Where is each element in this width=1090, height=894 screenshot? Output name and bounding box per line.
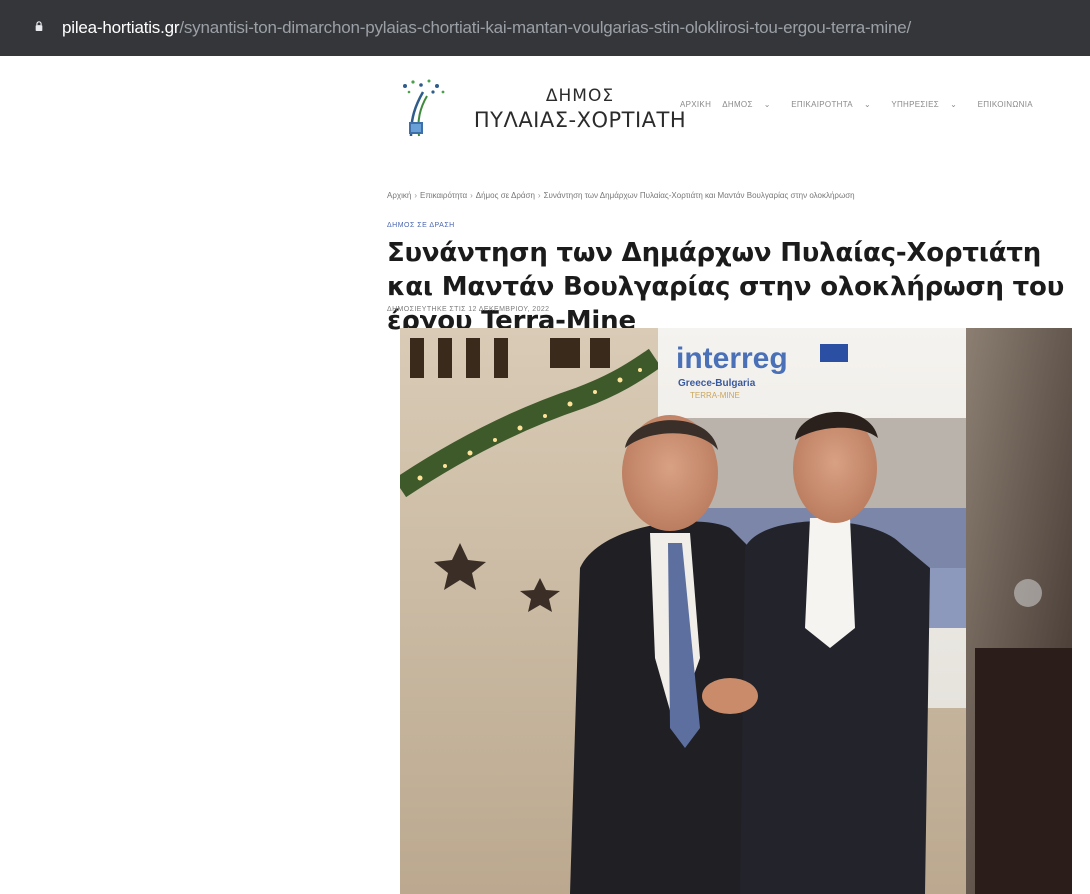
publish-date: ΔΗΜΟΣΙΕΥΤΗΚΕ ΣΤΙΣ 12 ΔΕΚΕΜΒΡΙΟΥ, 2022 [387,306,550,313]
article-photo: interreg Greece-Bulgaria TERRA-MINE [400,328,1072,894]
breadcrumb-separator: › [537,191,541,200]
breadcrumb-current: Συνάντηση των Δημάρχων Πυλαίας-Χορτιάτη … [543,191,855,200]
breadcrumb-home[interactable]: Αρχική [387,191,411,200]
banner-line2-text: TERRA-MINE [690,391,740,400]
nav-item-label: ΔΗΜΟΣ [722,100,753,109]
breadcrumb-category[interactable]: Δήμος σε Δράση [476,191,535,200]
nav-item-news[interactable]: ΕΠΙΚΑΙΡΟΤΗΤΑ ⌄ [791,100,880,109]
url-path: /synantisi-ton-dimarchon-pylaias-chortia… [179,18,911,37]
article-category[interactable]: ΔΗΜΟΣ ΣΕ ΔΡΑΣΗ [387,222,455,229]
url-text[interactable]: pilea-hortiatis.gr/synantisi-ton-dimarch… [62,18,911,38]
chevron-down-icon: ⌄ [863,100,871,109]
nav-item-home[interactable]: ΑΡΧΙΚΗ [680,100,711,109]
lock-icon [35,21,43,31]
breadcrumb: Αρχική › Επικαιρότητα › Δήμος σε Δράση › Συνάν… [387,191,1090,200]
chevron-down-icon: ⌄ [950,100,958,109]
nav-item-label: ΥΠΗΡΕΣΙΕΣ [891,100,940,109]
nav-item-services[interactable]: ΥΠΗΡΕΣΙΕΣ ⌄ [891,100,966,109]
browser-address-bar[interactable]: pilea-hortiatis.gr/synantisi-ton-dimarch… [0,0,1090,56]
nav-item-contact[interactable]: ΕΠΙΚΟΙΝΩΝΙΑ [978,100,1033,109]
chevron-down-icon: ⌄ [763,100,771,109]
banner-line1-text: Greece-Bulgaria [678,378,756,389]
nav-item-label: ΕΠΙΚΑΙΡΟΤΗΤΑ [791,100,853,109]
municipality-logo-icon[interactable] [397,78,447,138]
breadcrumb-separator: › [414,191,417,200]
url-domain: pilea-hortiatis.gr [62,18,180,37]
nav-item-municipality[interactable]: ΔΗΜΟΣ ⌄ [722,100,779,109]
banner-brand-text: interreg [676,342,788,375]
site-name-line2: ΠΥΛΑΙΑΣ-ΧΟΡΤΙΑΤΗ [473,108,687,132]
main-nav: ΑΡΧΙΚΗ ΔΗΜΟΣ ⌄ ΕΠΙΚΑΙΡΟΤΗΤΑ ⌄ ΥΠΗΡΕΣΙΕΣ ⌄ Ε… [680,100,1042,109]
breadcrumb-separator: › [470,191,473,200]
article-title: Συνάντηση των Δημάρχων Πυλαίας-Χορτιάτη … [387,238,1065,336]
breadcrumb-news[interactable]: Επικαιρότητα [420,191,467,200]
site-name-line1: ΔΗΜΟΣ [545,86,615,106]
site-name[interactable]: ΔΗΜΟΣ ΠΥΛΑΙΑΣ-ΧΟΡΤΙΑΤΗ [455,86,705,132]
